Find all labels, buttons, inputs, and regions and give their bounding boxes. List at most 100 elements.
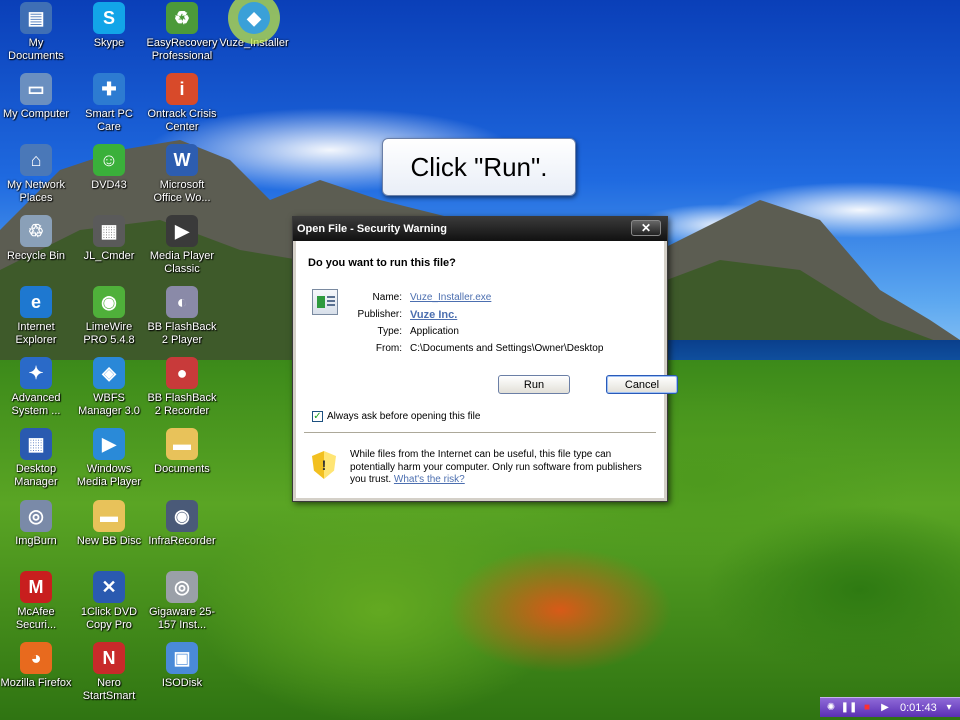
mcafee-icon: M	[20, 571, 52, 603]
desktop-icon-internet-explorer[interactable]: e Internet Explorer	[0, 286, 72, 347]
desktop-icon-label: ImgBurn	[15, 535, 57, 547]
desktop-icon-skype[interactable]: S Skype	[73, 2, 145, 50]
desktop-icon-vuze-installer[interactable]: ◆ Vuze_Installer	[218, 2, 290, 50]
property-type-row: Type: Application	[338, 323, 603, 340]
infrarecorder-icon: ◉	[166, 500, 198, 532]
desktop-icon-gigaware[interactable]: ◎ Gigaware 25-157 Inst...	[146, 571, 218, 632]
desktop-icon-jl-cmder[interactable]: ▦ JL_Cmder	[73, 215, 145, 263]
documents-folder-icon: ▬	[166, 428, 198, 460]
desktop-icon-label: Advanced System ...	[11, 392, 61, 417]
desktop-icon-recycle-bin[interactable]: ♲ Recycle Bin	[0, 215, 72, 263]
desktop-icon-1click-dvd[interactable]: ✕ 1Click DVD Copy Pro	[73, 571, 145, 632]
1click-dvd-icon: ✕	[93, 571, 125, 603]
wbfs-manager-icon: ◈	[93, 357, 125, 389]
media-control-bar: ✺ ❚❚ ■ ▶ 0:01:43 ▾	[820, 697, 960, 717]
smart-pc-care-icon: ✚	[93, 73, 125, 105]
always-ask-label[interactable]: Always ask before opening this file	[327, 411, 480, 422]
file-name-link[interactable]: Vuze_Installer.exe	[410, 292, 491, 303]
desktop-icon-easyrecovery[interactable]: ♻ EasyRecovery Professional	[146, 2, 218, 63]
property-from-row: From: C:\Documents and Settings\Owner\De…	[338, 340, 604, 357]
desktop-icon-label: Vuze_Installer	[219, 37, 289, 49]
pause-icon[interactable]: ❚❚	[841, 701, 858, 715]
play-icon[interactable]: ▶	[878, 701, 892, 715]
desktop-icon-label: DVD43	[91, 179, 127, 191]
dialog-titlebar[interactable]: Open File - Security Warning ✕	[293, 217, 667, 241]
desktop-icon-limewire[interactable]: ◉ LimeWire PRO 5.4.8	[73, 286, 145, 347]
cancel-button[interactable]: Cancel	[606, 375, 678, 394]
desktop-icon-label: BB FlashBack 2 Recorder	[147, 392, 217, 417]
desktop-icon-documents-folder[interactable]: ▬ Documents	[146, 428, 218, 476]
instruction-callout: Click "Run".	[382, 138, 576, 196]
desktop-manager-icon: ▦	[20, 428, 52, 460]
desktop-icon-label: Recycle Bin	[6, 250, 66, 262]
recycle-bin-icon: ♲	[20, 215, 52, 247]
type-label: Type:	[377, 326, 402, 337]
desktop-icon-label: Mozilla Firefox	[0, 677, 72, 689]
desktop-icon-smart-pc-care[interactable]: ✚ Smart PC Care	[73, 73, 145, 134]
desktop-icon-label: InfraRecorder	[148, 535, 216, 547]
close-button[interactable]: ✕	[631, 220, 661, 236]
desktop-icon-nero[interactable]: N Nero StartSmart	[73, 642, 145, 703]
desktop-icon-my-documents[interactable]: ▤ My Documents	[0, 2, 72, 63]
run-button[interactable]: Run	[498, 375, 570, 394]
jl-cmder-icon: ▦	[93, 215, 125, 247]
bb-flashback-player-icon: ◐	[166, 286, 198, 318]
warning-shield-icon: !	[312, 451, 336, 479]
desktop-icon-bb-flashback-recorder[interactable]: ● BB FlashBack 2 Recorder	[146, 357, 218, 418]
desktop-icon-label: Windows Media Player	[76, 463, 142, 488]
dialog-content: Do you want to run this file? Name: Vuze…	[296, 241, 678, 498]
desktop-icon-network-places[interactable]: ⌂ My Network Places	[0, 144, 72, 205]
security-warning-dialog: Open File - Security Warning ✕ Do you wa…	[292, 216, 678, 502]
always-ask-checkbox[interactable]: ✓	[312, 411, 323, 422]
recording-time: 0:01:43	[900, 701, 937, 714]
desktop-icon-bb-flashback-player[interactable]: ◐ BB FlashBack 2 Player	[146, 286, 218, 347]
desktop-icon-label: BB FlashBack 2 Player	[147, 321, 217, 346]
desktop-icon-isodisk[interactable]: ▣ ISODisk	[146, 642, 218, 690]
my-documents-icon: ▤	[20, 2, 52, 34]
whats-the-risk-link[interactable]: What's the risk?	[394, 474, 465, 485]
skype-icon: S	[93, 2, 125, 34]
desktop-icon-firefox[interactable]: ◕ Mozilla Firefox	[0, 642, 72, 690]
advanced-system-icon: ✦	[20, 357, 52, 389]
windows-media-player-icon: ▶	[93, 428, 125, 460]
desktop-icon-infrarecorder[interactable]: ◉ InfraRecorder	[146, 500, 218, 548]
spinner-icon: ✺	[826, 702, 836, 713]
desktop-icon-word[interactable]: W Microsoft Office Wo...	[146, 144, 218, 205]
isodisk-icon: ▣	[166, 642, 198, 674]
desktop-icon-label: Smart PC Care	[85, 108, 133, 133]
desktop-icon-label: Gigaware 25-157 Inst...	[148, 606, 216, 631]
desktop-icon-label: LimeWire PRO 5.4.8	[83, 321, 135, 346]
stop-icon[interactable]: ■	[860, 701, 874, 715]
desktop-icon-media-player-classic[interactable]: ▶ Media Player Classic	[146, 215, 218, 276]
desktop-icon-my-computer[interactable]: ▭ My Computer	[0, 73, 72, 121]
desktop-icon-label: Ontrack Crisis Center	[147, 108, 217, 133]
media-player-classic-icon: ▶	[166, 215, 198, 247]
from-value: C:\Documents and Settings\Owner\Desktop	[410, 343, 604, 354]
desktop-icon-label: Documents	[154, 463, 210, 475]
desktop-icon-windows-media-player[interactable]: ▶ Windows Media Player	[73, 428, 145, 489]
easyrecovery-icon: ♻	[166, 2, 198, 34]
from-label: From:	[375, 343, 402, 354]
desktop-icon-imgburn[interactable]: ◎ ImgBurn	[0, 500, 72, 548]
desktop-icon-desktop-manager[interactable]: ▦ Desktop Manager	[0, 428, 72, 489]
desktop-icon-label: My Computer	[2, 108, 70, 120]
desktop-icon-label: Internet Explorer	[15, 321, 57, 346]
desktop-icon-label: Microsoft Office Wo...	[153, 179, 211, 204]
desktop-icon-label: Nero StartSmart	[82, 677, 136, 702]
desktop-icon-dvd43[interactable]: ☺ DVD43	[73, 144, 145, 192]
desktop-icon-new-bb-disc-folder[interactable]: ▬ New BB Disc	[73, 500, 145, 548]
desktop-icon-label: Skype	[93, 37, 125, 49]
desktop-icon-advanced-system[interactable]: ✦ Advanced System ...	[0, 357, 72, 418]
publisher-link[interactable]: Vuze Inc.	[410, 309, 457, 321]
desktop-icon-label: JL_Cmder	[83, 250, 135, 262]
menu-dropdown-icon[interactable]: ▾	[942, 701, 956, 715]
dialog-title: Open File - Security Warning	[297, 223, 447, 235]
desktop-icon-wbfs-manager[interactable]: ◈ WBFS Manager 3.0	[73, 357, 145, 418]
desktop-icon-ontrack[interactable]: i Ontrack Crisis Center	[146, 73, 218, 134]
limewire-icon: ◉	[93, 286, 125, 318]
ontrack-icon: i	[166, 73, 198, 105]
desktop-icon-mcafee[interactable]: M McAfee Securi...	[0, 571, 72, 632]
publisher-label: Publisher:	[357, 309, 402, 320]
desktop-icon-label: New BB Disc	[76, 535, 142, 547]
desktop-icon-label: My Documents	[8, 37, 64, 62]
